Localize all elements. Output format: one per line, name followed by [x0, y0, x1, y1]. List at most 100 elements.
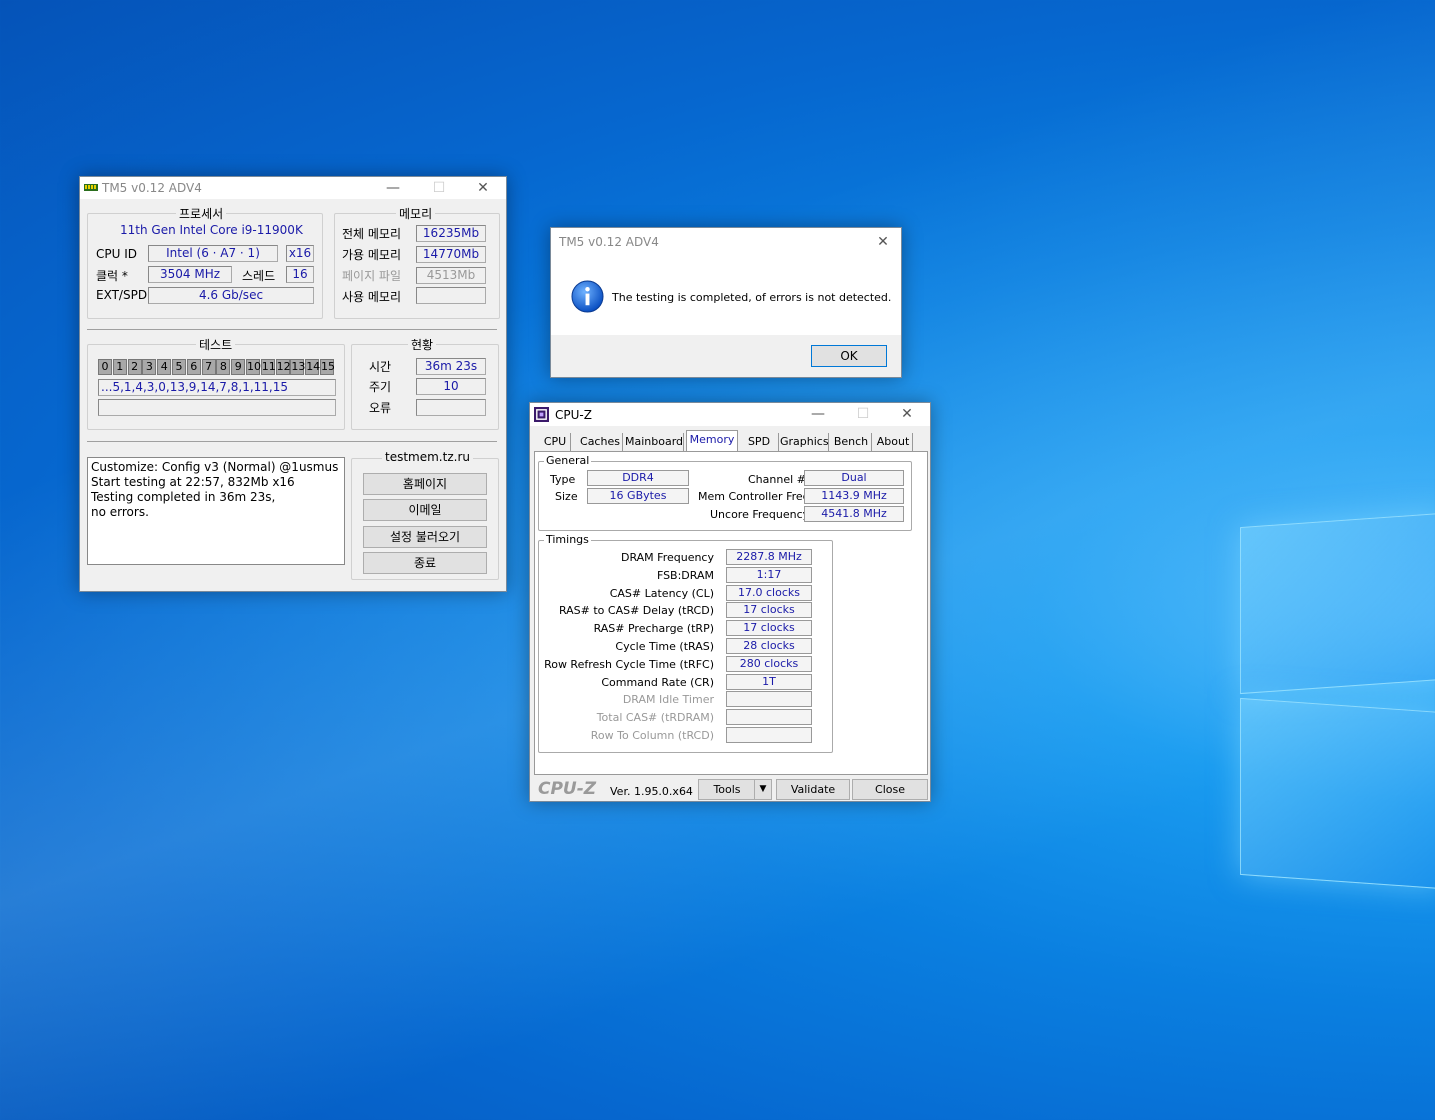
- timings-group-title: Timings: [544, 533, 591, 546]
- cpuz-title: CPU-Z: [555, 407, 592, 422]
- total-memory-field: 16235Mb: [416, 225, 486, 242]
- timing-label: CAS# Latency (CL): [609, 586, 714, 600]
- memory-group-title: 메모리: [396, 205, 436, 222]
- cpuz-footer-close-button[interactable]: Close: [852, 779, 928, 800]
- total-memory-label: 전체 메모리: [342, 227, 402, 241]
- test-sequence-field: ...5,1,4,3,0,13,9,14,7,8,1,11,15: [98, 379, 336, 396]
- type-value: DDR4: [587, 470, 689, 486]
- uncore-value: 4541.8 MHz: [804, 506, 904, 522]
- validate-button[interactable]: Validate: [776, 779, 850, 800]
- timing-value: 28 clocks: [726, 638, 812, 654]
- tab-graphics[interactable]: Graphics: [780, 433, 829, 451]
- available-memory-label: 가용 메모리: [342, 248, 402, 262]
- minimize-button[interactable]: —: [370, 177, 416, 199]
- timing-value: 17.0 clocks: [726, 584, 812, 601]
- test-number-box: 9: [231, 359, 246, 375]
- timing-value: 17 clocks: [726, 602, 812, 619]
- timing-value: 280 clocks: [726, 655, 812, 672]
- tm5-window: TM5 v0.12 ADV4 — ☐ ✕ 프로세서 11th Gen Intel…: [79, 176, 507, 592]
- timing-label: Cycle Time (tRAS): [615, 640, 714, 653]
- timing-value: [726, 709, 812, 726]
- available-memory-field: 14770Mb: [416, 246, 486, 263]
- type-label: Type: [550, 473, 576, 486]
- site-link[interactable]: testmem.tz.ru: [382, 450, 473, 464]
- processor-group-title: 프로세서: [176, 205, 227, 222]
- dialog-close-button[interactable]: ✕: [863, 230, 903, 254]
- tools-dropdown-button[interactable]: ▼: [754, 779, 772, 800]
- test-number-box: 15: [320, 359, 335, 375]
- divider-1: [87, 329, 497, 330]
- cpu-id-field: Intel (6 · A7 · 1): [148, 245, 278, 262]
- dialog-message: The testing is completed, of errors is n…: [612, 291, 892, 304]
- timing-value: [726, 691, 812, 708]
- test-number-box: 10: [246, 359, 261, 375]
- cpu-id-threads-field: x16: [286, 245, 314, 262]
- tm5-titlebar[interactable]: TM5 v0.12 ADV4 — ☐ ✕: [80, 177, 506, 199]
- cpuz-window: CPU-Z — ☐ ✕ CPU Caches Mainboard Memory …: [529, 402, 931, 802]
- thread-label: 스레드: [242, 269, 276, 283]
- tab-about[interactable]: About: [874, 433, 913, 451]
- uncore-label: Uncore Frequency: [710, 508, 810, 521]
- test-number-box: 3: [142, 359, 157, 375]
- test-number-box: 4: [157, 359, 172, 375]
- general-group-title: General: [544, 454, 592, 467]
- cpuz-maximize-button[interactable]: ☐: [840, 403, 886, 425]
- cpuz-close-button[interactable]: ✕: [884, 403, 930, 425]
- cpu-id-label: CPU ID: [96, 247, 137, 261]
- channel-label: Channel #: [748, 473, 806, 486]
- log-line: Customize: Config v3 (Normal) @1usmus: [91, 460, 339, 474]
- cpuz-app-icon: [534, 407, 549, 422]
- cpuz-titlebar[interactable]: CPU-Z — ☐ ✕: [530, 403, 930, 426]
- timing-label: DRAM Idle Timer: [622, 693, 714, 707]
- page-file-field: 4513Mb: [416, 267, 486, 284]
- tab-memory[interactable]: Memory: [686, 430, 738, 453]
- cpuz-version: Ver. 1.95.0.x64: [610, 785, 693, 798]
- test-number-box: 5: [172, 359, 186, 375]
- thread-field: 16: [286, 266, 314, 283]
- exit-button[interactable]: 종료: [363, 552, 487, 574]
- timing-label: Row To Column (tRCD): [590, 729, 714, 742]
- used-memory-label: 사용 메모리: [342, 290, 402, 304]
- clock-field: 3504 MHz: [148, 266, 232, 283]
- log-textarea[interactable]: Customize: Config v3 (Normal) @1usmus St…: [87, 457, 345, 565]
- mem-controller-value: 1143.9 MHz: [804, 488, 904, 504]
- tab-spd[interactable]: SPD: [740, 433, 779, 451]
- tab-caches[interactable]: Caches: [578, 433, 623, 451]
- timing-label: RAS# to CAS# Delay (tRCD): [558, 604, 714, 618]
- timing-label: Command Rate (CR): [601, 675, 714, 689]
- test-group-title: 테스트: [196, 336, 236, 353]
- maximize-button[interactable]: ☐: [416, 177, 462, 199]
- tab-cpu[interactable]: CPU: [540, 433, 571, 451]
- load-config-button[interactable]: 설정 불러오기: [363, 526, 487, 548]
- cpuz-minimize-button[interactable]: —: [795, 403, 841, 425]
- test-number-box: 1: [112, 359, 127, 375]
- ext-spd-field: 4.6 Gb/sec: [148, 287, 314, 304]
- test-number-box: 7: [201, 359, 216, 375]
- windows-logo-pane-bottom: [1240, 697, 1435, 890]
- test-number-box: 14: [305, 359, 321, 375]
- log-line: no errors.: [91, 505, 149, 519]
- status-group-title: 현황: [408, 336, 437, 353]
- homepage-button[interactable]: 홈페이지: [363, 473, 487, 495]
- close-button[interactable]: ✕: [460, 177, 506, 199]
- clock-label: 클럭 *: [96, 269, 128, 283]
- email-button[interactable]: 이메일: [363, 499, 487, 521]
- log-line: Testing completed in 36m 23s,: [91, 490, 276, 504]
- cpuz-brand-logo: CPU-Z: [538, 779, 597, 799]
- completion-dialog: TM5 v0.12 ADV4 ✕ The testing is complete…: [550, 227, 902, 378]
- divider-2: [87, 441, 497, 442]
- test-number-box: 6: [186, 359, 201, 375]
- test-number-box: 11: [260, 359, 276, 375]
- ok-button[interactable]: OK: [811, 345, 887, 367]
- size-value: 16 GBytes: [587, 488, 689, 504]
- test-number-box: 12: [275, 359, 291, 375]
- tab-bench[interactable]: Bench: [831, 433, 872, 451]
- timing-value: 1:17: [726, 566, 812, 583]
- test-number-box: 0: [98, 359, 112, 375]
- error-field: [416, 399, 486, 416]
- tab-mainboard[interactable]: Mainboard: [625, 433, 684, 451]
- tools-button[interactable]: Tools: [698, 779, 756, 800]
- test-progress-bar: [98, 399, 336, 416]
- channel-value: Dual: [804, 470, 904, 486]
- dialog-titlebar[interactable]: TM5 v0.12 ADV4 ✕: [551, 228, 901, 256]
